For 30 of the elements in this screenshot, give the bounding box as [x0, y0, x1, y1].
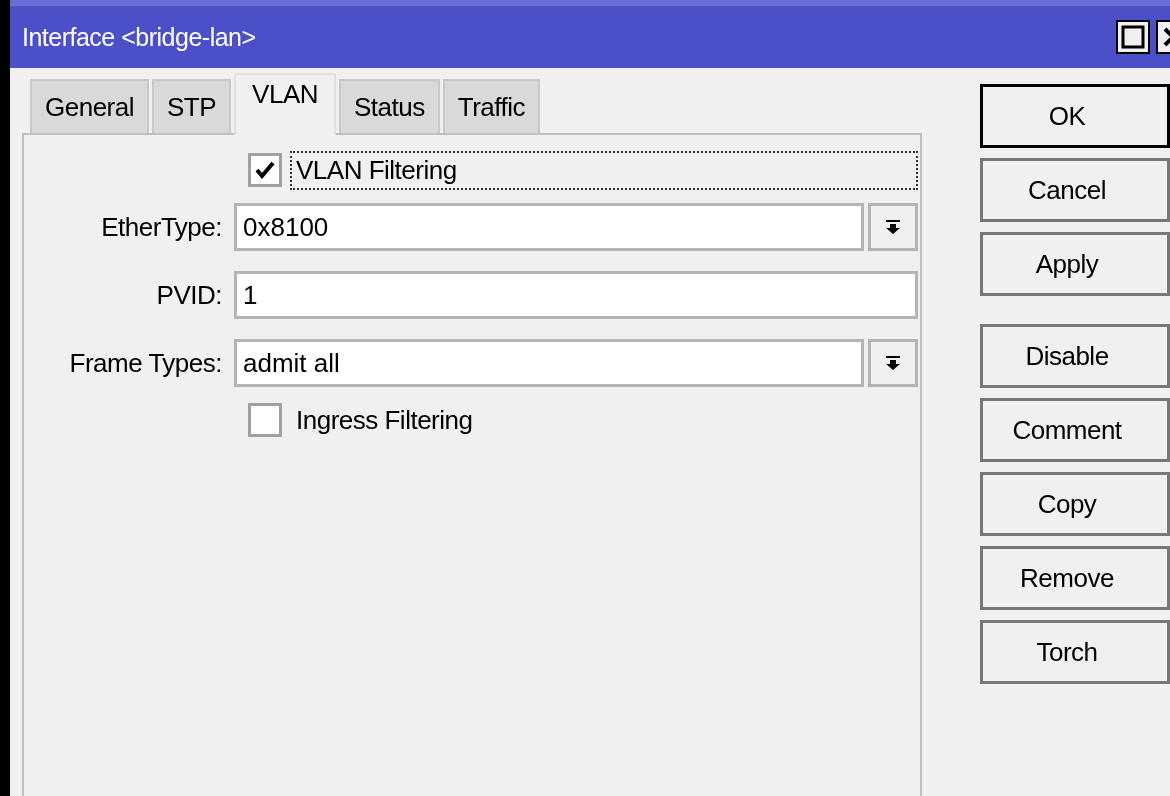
- tab[interactable]: General: [30, 79, 149, 133]
- checkbox-label: VLAN Filtering: [290, 150, 918, 190]
- action-button[interactable]: Comment: [980, 398, 1170, 462]
- tab[interactable]: STP: [152, 79, 232, 133]
- input-field[interactable]: admit all: [234, 339, 864, 387]
- field-label: PVID:: [155, 279, 223, 311]
- field-label: Frame Types:: [68, 347, 223, 379]
- input-field[interactable]: 1: [234, 271, 918, 319]
- dropdown-arrow-icon: [885, 219, 901, 235]
- action-button[interactable]: Cancel: [980, 158, 1170, 222]
- maximize-icon[interactable]: [1116, 20, 1150, 54]
- action-button[interactable]: Copy: [980, 472, 1170, 536]
- tab[interactable]: Traffic: [442, 79, 540, 133]
- checkmark-icon: [255, 161, 275, 179]
- action-button[interactable]: Torch: [980, 620, 1170, 684]
- dropdown-arrow-icon: [885, 355, 901, 371]
- dropdown-button[interactable]: [868, 339, 918, 387]
- tab[interactable]: Status: [339, 79, 440, 133]
- checkbox-label: Ingress Filtering: [295, 403, 474, 437]
- window-title: Interface <bridge-lan>: [22, 22, 257, 52]
- dropdown-button[interactable]: [868, 203, 918, 251]
- checkbox[interactable]: [248, 153, 282, 187]
- action-button[interactable]: Disable: [980, 324, 1170, 388]
- action-button[interactable]: Remove: [980, 546, 1170, 610]
- action-button[interactable]: Apply: [980, 232, 1170, 296]
- field-label: EtherType:: [100, 211, 223, 243]
- checkbox[interactable]: [248, 403, 282, 437]
- input-field[interactable]: 0x8100: [234, 203, 864, 251]
- tab[interactable]: VLAN: [234, 73, 336, 135]
- action-button[interactable]: OK: [980, 84, 1170, 148]
